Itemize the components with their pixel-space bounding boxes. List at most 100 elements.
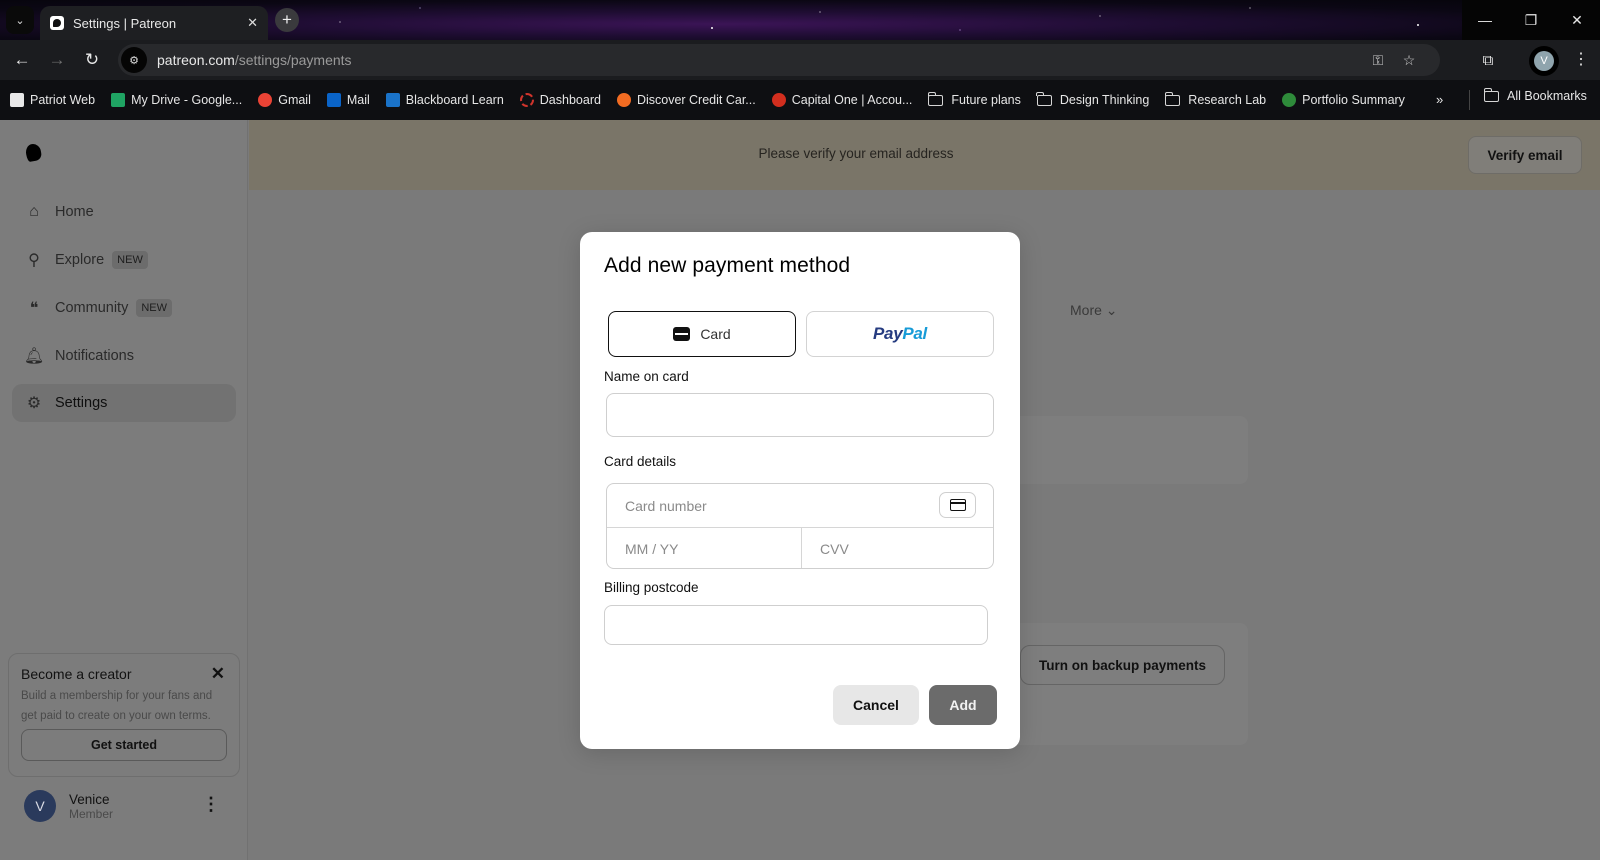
- more-vertical-icon[interactable]: ⋮: [202, 794, 220, 815]
- tab-search-button[interactable]: ⌄: [6, 6, 34, 34]
- bookmark-research-lab[interactable]: Research Lab: [1164, 91, 1266, 107]
- bookmark-label: Dashboard: [539, 93, 601, 107]
- tab-title: Settings | Patreon: [73, 15, 177, 31]
- close-icon: ✕: [1571, 11, 1583, 28]
- bookmark-label: Patriot Web: [30, 93, 96, 107]
- paypal-pay: Pay: [873, 324, 903, 343]
- patreon-logo-icon[interactable]: [24, 142, 43, 163]
- card-details-label: Card details: [604, 454, 677, 469]
- bookmark-label: Blackboard Learn: [405, 93, 504, 107]
- folder-icon: [1036, 91, 1052, 106]
- name-on-card-input[interactable]: [606, 393, 994, 437]
- bookmark-patriot-web[interactable]: Patriot Web: [10, 93, 95, 107]
- profile-button[interactable]: V: [1529, 46, 1559, 76]
- payment-method-selector: Card PayPal: [608, 311, 994, 357]
- add-payment-method-dialog: Add new payment method Card PayPal Name …: [580, 232, 1020, 749]
- all-bookmarks-button[interactable]: All Bookmarks: [1483, 87, 1587, 103]
- bookmark-design-thinking[interactable]: Design Thinking: [1036, 91, 1150, 107]
- bookmark-gmail[interactable]: Gmail: [258, 93, 311, 107]
- new-badge: NEW: [136, 299, 172, 317]
- new-tab-button[interactable]: +: [275, 8, 299, 32]
- avatar: V: [24, 790, 56, 822]
- arrow-right-icon: →: [48, 50, 66, 69]
- bookmark-capital-one[interactable]: Capital One | Accou...: [771, 93, 913, 107]
- get-started-button[interactable]: Get started: [21, 729, 227, 761]
- browser-menu-button[interactable]: ⋮: [1573, 50, 1589, 70]
- restore-button[interactable]: ❐: [1508, 0, 1554, 40]
- address-bar[interactable]: ⚙ patreon.com/settings/payments ⚿ ☆: [118, 44, 1440, 76]
- bookmark-star-icon[interactable]: ☆: [1399, 50, 1419, 70]
- patriot-web-icon: [10, 93, 24, 107]
- home-icon: ⌂: [29, 203, 39, 220]
- billing-postcode-input[interactable]: [604, 605, 988, 645]
- sidebar-item-label: Settings: [55, 395, 108, 411]
- user-role: Member: [69, 806, 114, 821]
- puzzle-icon: ⧉: [1482, 51, 1494, 69]
- bookmarks-overflow-button[interactable]: »: [1436, 92, 1443, 107]
- window-controls: — ❐ ✕: [1462, 0, 1600, 40]
- bookmark-label: Portfolio Summary: [1302, 93, 1405, 107]
- billing-postcode-label: Billing postcode: [604, 580, 699, 595]
- sidebar-item-home[interactable]: ⌂ Home: [12, 193, 236, 231]
- bookmark-dashboard[interactable]: Dashboard: [519, 93, 601, 107]
- expiry-date-input[interactable]: [607, 528, 801, 568]
- credit-card-outline-icon: [949, 499, 966, 511]
- tab-close-icon[interactable]: ✕: [247, 15, 258, 31]
- add-button[interactable]: Add: [929, 685, 997, 725]
- reload-button[interactable]: ↻: [80, 48, 104, 72]
- bookmark-future-plans[interactable]: Future plans: [927, 91, 1021, 107]
- paypal-logo-icon: PayPal: [873, 324, 927, 344]
- close-icon[interactable]: ✕: [211, 664, 225, 684]
- bookmark-label: Design Thinking: [1059, 93, 1150, 107]
- bookmark-label: Gmail: [278, 93, 311, 107]
- bookmark-portfolio-summary[interactable]: Portfolio Summary: [1282, 93, 1405, 107]
- more-vertical-icon: ⋮: [1573, 51, 1589, 68]
- become-creator-card: Become a creator ✕ Build a membership fo…: [8, 653, 240, 777]
- profile-avatar: V: [1534, 51, 1554, 71]
- cancel-button[interactable]: Cancel: [833, 685, 919, 725]
- bookmark-label: Future plans: [951, 93, 1021, 107]
- sidebar-item-notifications[interactable]: 🔔︎ Notifications: [12, 337, 236, 375]
- dialog-title: Add new payment method: [604, 254, 851, 277]
- card-method-label: Card: [700, 326, 731, 342]
- bookmarks-bar: Patriot Web My Drive - Google... Gmail M…: [0, 80, 1600, 120]
- folder-icon: [927, 91, 944, 106]
- url-text[interactable]: patreon.com/settings/payments: [157, 52, 352, 68]
- bookmark-mail[interactable]: Mail: [326, 93, 370, 107]
- bookmark-blackboard[interactable]: Blackboard Learn: [385, 93, 504, 107]
- card-brand-indicator: [939, 492, 976, 518]
- back-button[interactable]: ←: [10, 48, 34, 72]
- folder-icon: [1164, 91, 1181, 106]
- bookmark-label: Capital One | Accou...: [791, 93, 913, 107]
- more-tabs-dropdown[interactable]: More ⌄: [1070, 302, 1118, 319]
- sidebar-item-label: Home: [55, 204, 94, 220]
- user-account[interactable]: V Venice Member ⋮: [24, 788, 234, 824]
- bookmark-my-drive[interactable]: My Drive - Google...: [111, 93, 242, 107]
- google-icon: [258, 93, 273, 107]
- outlook-icon: [326, 93, 341, 107]
- browser-tab[interactable]: Settings | Patreon ✕: [40, 6, 268, 40]
- site-info-button[interactable]: ⚙: [121, 47, 147, 73]
- sidebar-item-settings[interactable]: ⚙ Settings: [12, 384, 236, 422]
- verify-email-banner: Please verify your email address Verify …: [249, 120, 1600, 190]
- verify-email-button[interactable]: Verify email: [1468, 136, 1582, 174]
- cvv-input[interactable]: [802, 528, 993, 568]
- forward-button[interactable]: →: [45, 48, 69, 72]
- patreon-favicon-icon: [50, 16, 64, 30]
- card-number-input[interactable]: [607, 484, 927, 527]
- sidebar-item-explore[interactable]: ⚲ Explore NEW: [12, 241, 236, 279]
- browser-title-bar: ⌄ Settings | Patreon ✕ + — ❐ ✕: [0, 0, 1600, 40]
- card-details-group: [606, 483, 994, 569]
- close-window-button[interactable]: ✕: [1554, 0, 1600, 40]
- plus-icon: +: [282, 10, 292, 29]
- bookmark-discover[interactable]: Discover Credit Car...: [616, 93, 756, 107]
- minimize-button[interactable]: —: [1462, 0, 1508, 40]
- turn-on-backup-payments-button[interactable]: Turn on backup payments: [1020, 645, 1225, 685]
- card-method-button[interactable]: Card: [608, 311, 796, 357]
- password-key-icon[interactable]: ⚿: [1368, 50, 1388, 70]
- extensions-button[interactable]: ⧉: [1478, 50, 1498, 70]
- paypal-method-button[interactable]: PayPal: [806, 311, 994, 357]
- bell-icon: 🔔︎: [23, 348, 45, 365]
- sidebar-item-community[interactable]: ❝ Community NEW: [12, 289, 236, 327]
- arrow-left-icon: ←: [13, 50, 31, 69]
